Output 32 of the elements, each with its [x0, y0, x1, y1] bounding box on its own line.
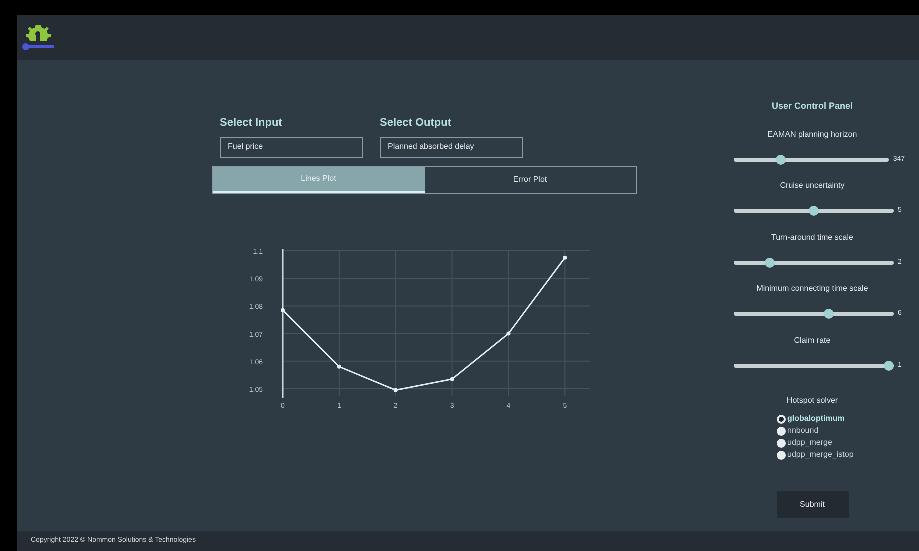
- slider-thumb[interactable]: [884, 360, 894, 371]
- radio-label: globaloptimum: [788, 413, 845, 425]
- data-point: [394, 388, 398, 392]
- field-label: Select Input: [220, 116, 284, 131]
- slider-thumb[interactable]: [824, 309, 834, 320]
- slider-label: Minimum connecting time scale: [756, 283, 868, 295]
- data-point: [506, 331, 511, 336]
- radio-button[interactable]: [776, 438, 786, 448]
- slider-thumb[interactable]: [776, 154, 786, 165]
- slider-label: Claim rate: [794, 334, 831, 346]
- radio-label: udpp_merge_istop: [788, 449, 854, 461]
- radio-button[interactable]: [776, 426, 786, 436]
- panel-title: User Control Panel: [772, 100, 854, 113]
- data-point: [450, 376, 454, 381]
- submit-button[interactable]: Submit: [776, 491, 848, 518]
- radio-button[interactable]: [776, 414, 786, 424]
- slider-label: EAMAN planning horizon: [768, 128, 858, 140]
- gear-key-logo-icon: [21, 22, 55, 52]
- slider-thumb[interactable]: [809, 206, 819, 216]
- radio-label: udpp_merge: [788, 437, 832, 449]
- data-point: [337, 364, 342, 368]
- select-field[interactable]: Fuel price: [220, 136, 363, 158]
- data-point: [563, 255, 568, 260]
- data-point: [281, 308, 285, 312]
- radio-label: nnbound: [788, 425, 819, 437]
- solver-label: Hotspot solver: [786, 395, 838, 407]
- select-field[interactable]: Planned absorbed delay: [380, 136, 523, 158]
- slider-label: Cruise uncertainty: [780, 180, 845, 192]
- radio-button[interactable]: [776, 450, 786, 460]
- field-label: Select Output: [380, 116, 453, 131]
- slider-thumb[interactable]: [765, 258, 776, 268]
- slider-label: Turn-around time scale: [772, 232, 854, 244]
